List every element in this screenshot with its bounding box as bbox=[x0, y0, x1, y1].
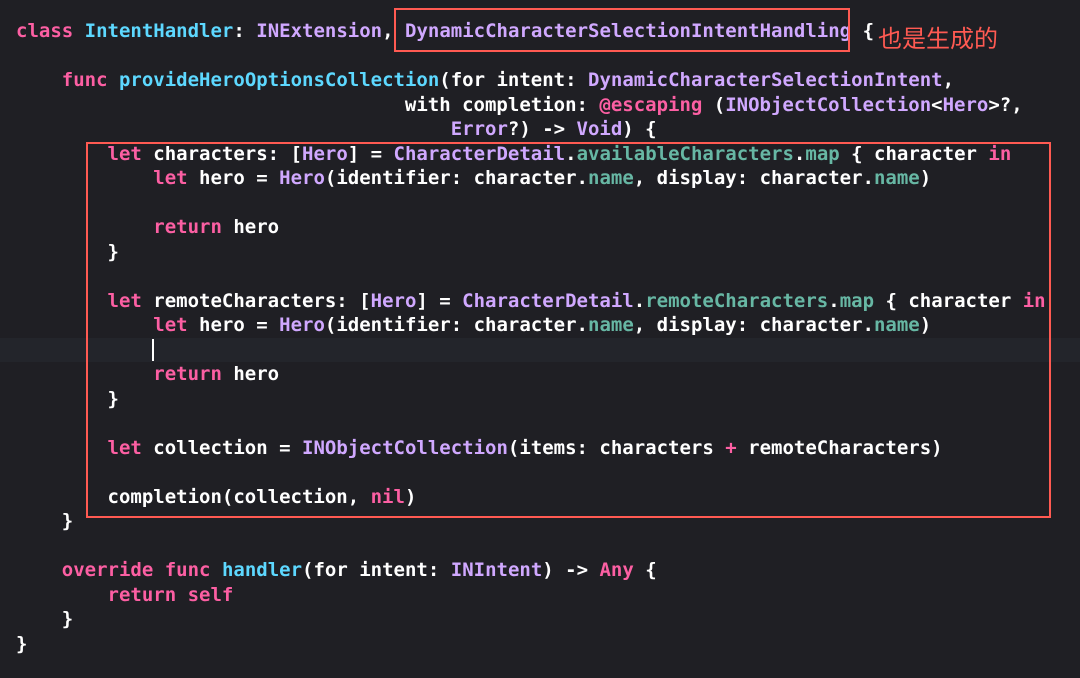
protocol-highlight-box bbox=[394, 8, 850, 52]
code-token: ?) -> bbox=[507, 118, 577, 140]
code-line: with completion: @escaping (INObjectColl… bbox=[16, 93, 1023, 117]
code-token: DynamicCharacterSelectionIntent bbox=[588, 69, 943, 91]
code-token: (for intent: bbox=[302, 559, 451, 581]
code-line: } bbox=[16, 509, 73, 533]
code-token: self bbox=[187, 583, 234, 606]
annotation-text: 也是生成的 bbox=[878, 25, 998, 53]
code-line: } bbox=[16, 607, 73, 631]
code-token: } bbox=[16, 510, 74, 532]
code-token: INExtension bbox=[256, 20, 383, 42]
code-editor[interactable]: class IntentHandler: INExtension, Dynami… bbox=[0, 0, 1080, 678]
code-token: ( bbox=[702, 93, 726, 116]
code-token: func bbox=[164, 559, 211, 581]
code-token: INObjectCollection bbox=[725, 93, 932, 116]
code-token: { bbox=[633, 559, 657, 581]
code-line: return self bbox=[16, 583, 234, 607]
code-line: override func handler(for intent: INInte… bbox=[16, 558, 657, 582]
code-token: ) -> bbox=[542, 559, 600, 581]
code-token: Hero bbox=[942, 93, 989, 116]
code-token: < bbox=[931, 93, 943, 116]
code-token: @escaping bbox=[599, 93, 703, 116]
code-line: func provideHeroOptionsCollection(for in… bbox=[16, 68, 954, 92]
code-token: Error bbox=[450, 118, 508, 140]
code-token: } bbox=[16, 632, 28, 655]
code-token: IntentHandler bbox=[84, 20, 234, 42]
code-token: >?, bbox=[988, 93, 1023, 116]
code-token: , bbox=[942, 69, 955, 91]
code-token: (for intent: bbox=[439, 69, 588, 91]
code-token: Void bbox=[576, 118, 623, 140]
code-token: INIntent bbox=[450, 559, 543, 581]
code-token: Any bbox=[599, 559, 634, 581]
code-token: override bbox=[61, 559, 154, 581]
code-token: ) { bbox=[622, 118, 657, 140]
code-token: class bbox=[16, 20, 74, 42]
code-token: provideHeroOptionsCollection bbox=[118, 69, 440, 91]
code-line: Error?) -> Void) { bbox=[16, 117, 657, 141]
code-token: with completion: bbox=[16, 93, 600, 116]
code-token: return bbox=[107, 583, 177, 606]
function-body-highlight-box bbox=[86, 142, 1051, 518]
code-token: func bbox=[61, 69, 108, 91]
code-token: } bbox=[16, 608, 74, 630]
code-line: } bbox=[16, 632, 27, 656]
code-token: { bbox=[851, 20, 875, 42]
code-token: : bbox=[233, 20, 257, 42]
code-token: handler bbox=[221, 559, 303, 581]
